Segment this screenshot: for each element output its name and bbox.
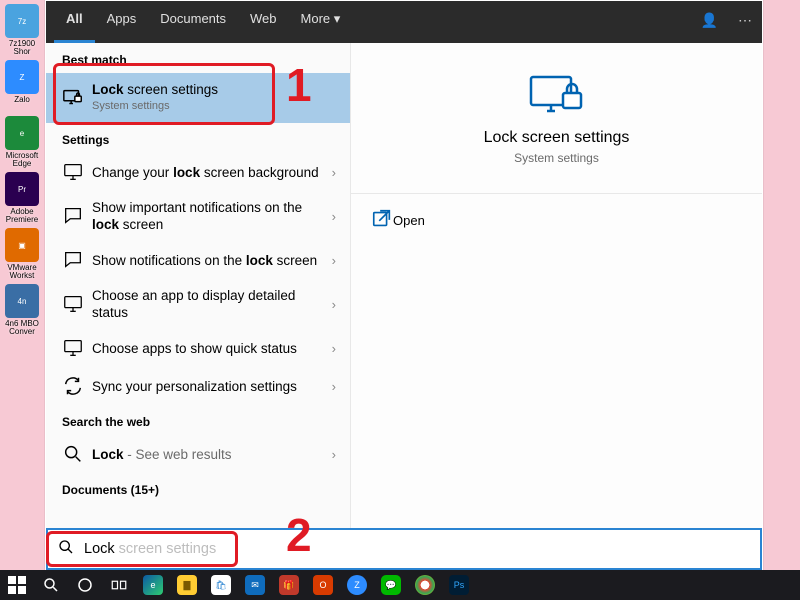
chevron-right-icon: › <box>328 341 340 356</box>
result-quick-status[interactable]: Choose apps to show quick status › <box>46 329 350 367</box>
section-documents: Documents (15+) <box>46 473 350 503</box>
result-change-lock-bg[interactable]: Change your lock screen background › <box>46 153 350 191</box>
monitor-lock-icon <box>62 87 84 109</box>
tab-web[interactable]: Web <box>238 1 289 43</box>
taskbar-app-mail[interactable]: ✉ <box>238 570 272 600</box>
taskbar-app-photoshop[interactable]: Ps <box>442 570 476 600</box>
taskbar-search-icon[interactable] <box>34 570 68 600</box>
search-icon <box>62 443 84 465</box>
chevron-right-icon: › <box>328 165 340 180</box>
section-best-match: Best match <box>46 43 350 73</box>
tab-more[interactable]: More ▾ <box>289 1 353 43</box>
preview-subtitle: System settings <box>351 151 762 165</box>
feedback-icon[interactable]: 👤 <box>691 1 728 43</box>
search-icon <box>58 539 74 560</box>
search-box[interactable]: Lock screen settings <box>46 528 762 570</box>
monitor-icon <box>62 161 84 183</box>
tab-documents[interactable]: Documents <box>148 1 238 43</box>
tab-apps[interactable]: Apps <box>95 1 149 43</box>
tab-all[interactable]: All <box>54 1 95 43</box>
taskbar-app-line[interactable]: 💬 <box>374 570 408 600</box>
chevron-right-icon: › <box>328 447 340 462</box>
preview-panel: Lock screen settings System settings Ope… <box>351 43 762 528</box>
result-sync-personalization[interactable]: Sync your personalization settings › <box>46 367 350 405</box>
search-tabs: All Apps Documents Web More ▾ 👤 ⋯ <box>46 1 762 43</box>
taskbar: e ▇ 🛍 ✉ 🎁 O Z 💬 Ps <box>0 570 800 600</box>
result-important-notifications[interactable]: Show important notifications on the lock… <box>46 191 350 241</box>
chevron-down-icon: ▾ <box>334 11 341 26</box>
desktop-icon[interactable]: ▣VMware Workst <box>2 228 42 280</box>
chevron-right-icon: › <box>328 297 340 312</box>
open-icon <box>371 208 393 233</box>
monitor-icon <box>62 337 84 359</box>
desktop-icons-column: 7z7z1900 Shor ZZalo eMicrosoft Edge PrAd… <box>0 0 48 600</box>
comment-icon <box>62 205 84 227</box>
taskbar-app-explorer[interactable]: ▇ <box>170 570 204 600</box>
lock-screen-hero-icon <box>527 73 587 117</box>
desktop-icon[interactable]: eMicrosoft Edge <box>2 116 42 168</box>
taskbar-app-office[interactable]: O <box>306 570 340 600</box>
taskbar-app-store[interactable]: 🛍 <box>204 570 238 600</box>
monitor-icon <box>62 293 84 315</box>
desktop-icon[interactable]: 7z7z1900 Shor <box>2 4 42 56</box>
search-flyout: All Apps Documents Web More ▾ 👤 ⋯ Best m… <box>45 0 763 571</box>
desktop-icon[interactable]: PrAdobe Premiere <box>2 172 42 224</box>
search-typed-text: Lock screen settings <box>74 541 216 557</box>
results-panel: Best match Lock screen settings System s… <box>46 43 351 528</box>
section-search-web: Search the web <box>46 405 350 435</box>
sync-icon <box>62 375 84 397</box>
result-web-lock[interactable]: Lock - See web results › <box>46 435 350 473</box>
more-options-icon[interactable]: ⋯ <box>728 1 762 43</box>
task-view-icon[interactable] <box>102 570 136 600</box>
result-detailed-status[interactable]: Choose an app to display detailed status… <box>46 279 350 329</box>
start-button[interactable] <box>0 570 34 600</box>
cortana-icon[interactable] <box>68 570 102 600</box>
chevron-right-icon: › <box>328 253 340 268</box>
chevron-right-icon: › <box>328 209 340 224</box>
preview-title: Lock screen settings <box>351 129 762 147</box>
taskbar-app-gift[interactable]: 🎁 <box>272 570 306 600</box>
result-show-notifications[interactable]: Show notifications on the lock screen › <box>46 241 350 279</box>
desktop-icon[interactable]: ZZalo <box>2 60 42 112</box>
chevron-right-icon: › <box>328 379 340 394</box>
taskbar-app-chrome[interactable] <box>408 570 442 600</box>
taskbar-app-zalo[interactable]: Z <box>340 570 374 600</box>
result-lock-screen-settings[interactable]: Lock screen settings System settings <box>46 73 350 123</box>
desktop-icon[interactable]: 4n4n6 MBO Conver <box>2 284 42 336</box>
section-settings: Settings <box>46 123 350 153</box>
taskbar-app-edge[interactable]: e <box>136 570 170 600</box>
comment-icon <box>62 249 84 271</box>
preview-open-action[interactable]: Open <box>351 194 762 247</box>
